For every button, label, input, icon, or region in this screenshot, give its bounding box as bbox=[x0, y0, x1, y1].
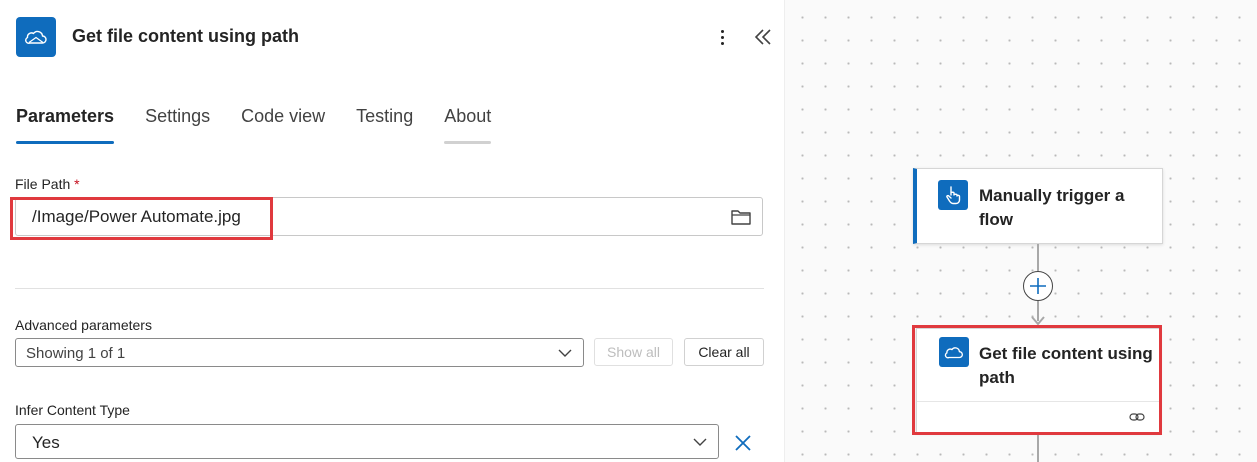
trigger-card[interactable]: Manually trigger a flow bbox=[913, 168, 1163, 244]
advanced-parameters-value: Showing 1 of 1 bbox=[26, 345, 126, 362]
tab-parameters[interactable]: Parameters bbox=[16, 100, 115, 144]
action-card[interactable]: Get file content using path bbox=[916, 328, 1160, 433]
infer-content-type-value: Yes bbox=[32, 433, 60, 452]
chevron-down-icon bbox=[558, 349, 572, 357]
panel-header: Get file content using path bbox=[0, 0, 784, 75]
file-path-input[interactable]: /Image/Power Automate.jpg bbox=[15, 197, 763, 236]
onedrive-cloud-icon bbox=[939, 337, 969, 367]
onedrive-cloud-icon bbox=[16, 17, 56, 57]
infer-content-type-label: Infer Content Type bbox=[15, 402, 130, 418]
advanced-parameters-label: Advanced parameters bbox=[15, 317, 152, 333]
panel-title: Get file content using path bbox=[72, 26, 300, 46]
action-card-title: Get file content using path bbox=[979, 344, 1153, 387]
action-details-panel: Get file content using path Parameters S… bbox=[0, 0, 784, 462]
more-options-button[interactable] bbox=[712, 24, 732, 50]
link-icon bbox=[1129, 413, 1145, 421]
remove-parameter-button[interactable] bbox=[732, 432, 754, 454]
flow-canvas[interactable]: Manually trigger a flow Get file content… bbox=[784, 0, 1257, 462]
file-path-value: /Image/Power Automate.jpg bbox=[32, 207, 241, 226]
plus-circle-icon bbox=[1030, 278, 1046, 294]
more-vertical-icon bbox=[720, 29, 724, 33]
infer-content-type-dropdown[interactable]: Yes bbox=[15, 424, 719, 459]
double-chevron-left-icon bbox=[754, 29, 771, 45]
section-divider bbox=[15, 288, 764, 289]
tab-testing[interactable]: Testing bbox=[356, 100, 413, 144]
collapse-panel-button[interactable] bbox=[752, 24, 774, 50]
tab-code-view[interactable]: Code view bbox=[241, 100, 325, 144]
tab-about[interactable]: About bbox=[444, 100, 492, 144]
clear-all-button[interactable]: Clear all bbox=[684, 338, 764, 366]
advanced-parameters-dropdown[interactable]: Showing 1 of 1 bbox=[15, 338, 584, 367]
folder-icon[interactable] bbox=[730, 207, 752, 227]
connector-line bbox=[1037, 435, 1039, 462]
connector-line bbox=[1037, 244, 1039, 271]
tab-bar: Parameters Settings Code view Testing Ab… bbox=[16, 100, 522, 144]
file-path-label: File Path * bbox=[15, 176, 80, 192]
action-card-footer bbox=[917, 401, 1159, 432]
chevron-down-icon bbox=[693, 438, 707, 446]
touch-trigger-icon bbox=[938, 180, 968, 210]
required-marker: * bbox=[74, 176, 80, 192]
show-all-button[interactable]: Show all bbox=[594, 338, 673, 366]
tab-settings[interactable]: Settings bbox=[145, 100, 210, 144]
add-step-button[interactable] bbox=[1023, 271, 1053, 301]
close-icon bbox=[735, 435, 751, 451]
trigger-card-title: Manually trigger a flow bbox=[979, 186, 1125, 229]
arrow-down-icon bbox=[1031, 316, 1045, 326]
